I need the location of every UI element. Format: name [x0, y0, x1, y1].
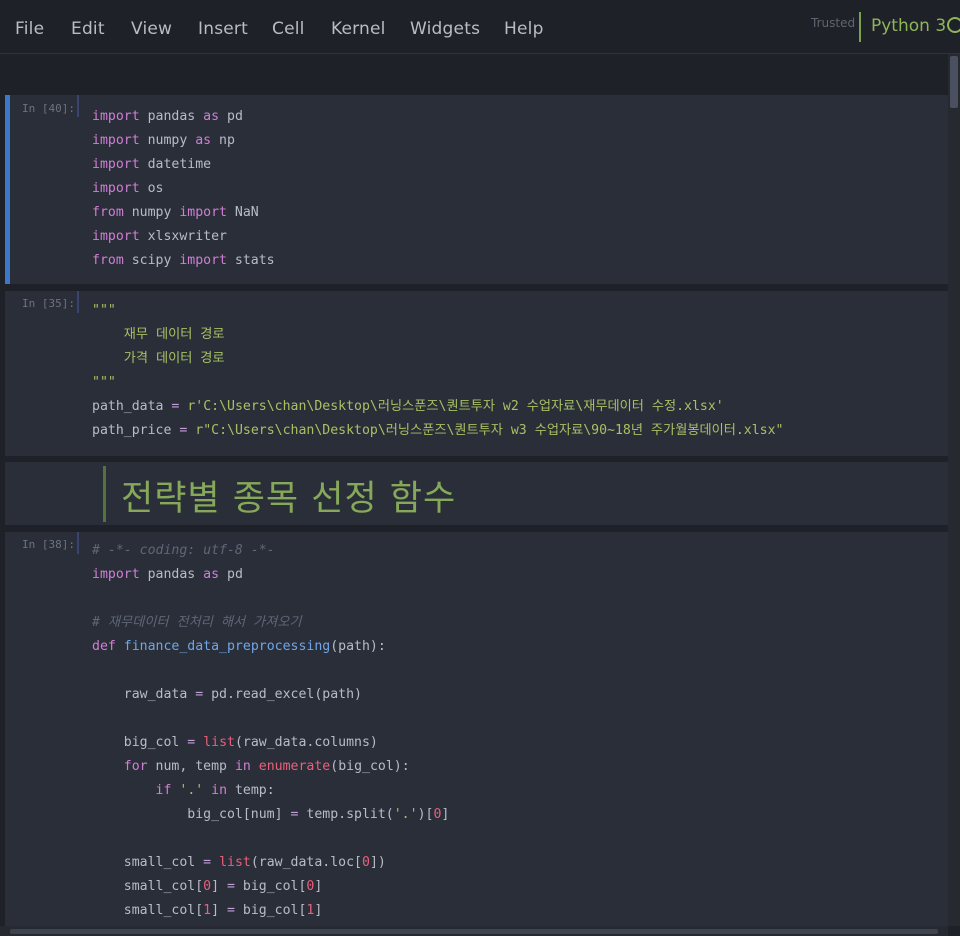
code-cell-3[interactable]: In [38]: # -*- coding: utf-8 -*- import … [5, 532, 948, 926]
menubar: File Edit View Insert Cell Kernel Widget… [0, 0, 960, 54]
code-editor[interactable]: import pandas as pd import numpy as np i… [92, 105, 275, 273]
menu-view[interactable]: View [131, 19, 172, 39]
blockquote-bar [103, 466, 106, 522]
menu-file[interactable]: File [15, 19, 44, 39]
menu-edit[interactable]: Edit [71, 19, 105, 39]
menu-kernel[interactable]: Kernel [331, 19, 386, 39]
notebook-container: In [40]: import pandas as pd import nump… [0, 54, 948, 926]
cell-prompt: In [35]: [22, 297, 75, 310]
cell-prompt: In [40]: [22, 102, 75, 115]
cell-gutter [77, 291, 79, 313]
code-cell-2[interactable]: In [35]: """ 재무 데이터 경로 가격 데이터 경로 """ pat… [5, 291, 948, 456]
code-editor[interactable]: """ 재무 데이터 경로 가격 데이터 경로 """ path_data = … [92, 299, 784, 443]
menu-widgets[interactable]: Widgets [410, 19, 480, 39]
cell-prompt: In [38]: [22, 538, 75, 551]
trusted-indicator[interactable]: Trusted [811, 16, 855, 30]
menu-help[interactable]: Help [504, 19, 544, 39]
code-editor[interactable]: # -*- coding: utf-8 -*- import pandas as… [92, 539, 449, 923]
kernel-separator [859, 12, 861, 42]
cell-gutter [77, 95, 79, 117]
menu-cell[interactable]: Cell [272, 19, 305, 39]
vertical-scroll-thumb[interactable] [950, 56, 958, 108]
menu-insert[interactable]: Insert [198, 19, 248, 39]
markdown-heading: 전략별 종목 선정 함수 [121, 479, 457, 519]
vertical-scrollbar[interactable] [948, 54, 960, 926]
markdown-cell[interactable]: 전략별 종목 선정 함수 [5, 462, 948, 525]
kernel-idle-icon [947, 17, 960, 33]
kernel-name[interactable]: Python 3 [871, 16, 946, 36]
horizontal-scroll-thumb[interactable] [10, 929, 938, 934]
cell-gutter [77, 532, 79, 554]
horizontal-scrollbar[interactable] [0, 926, 948, 936]
code-cell-1[interactable]: In [40]: import pandas as pd import nump… [5, 95, 948, 284]
